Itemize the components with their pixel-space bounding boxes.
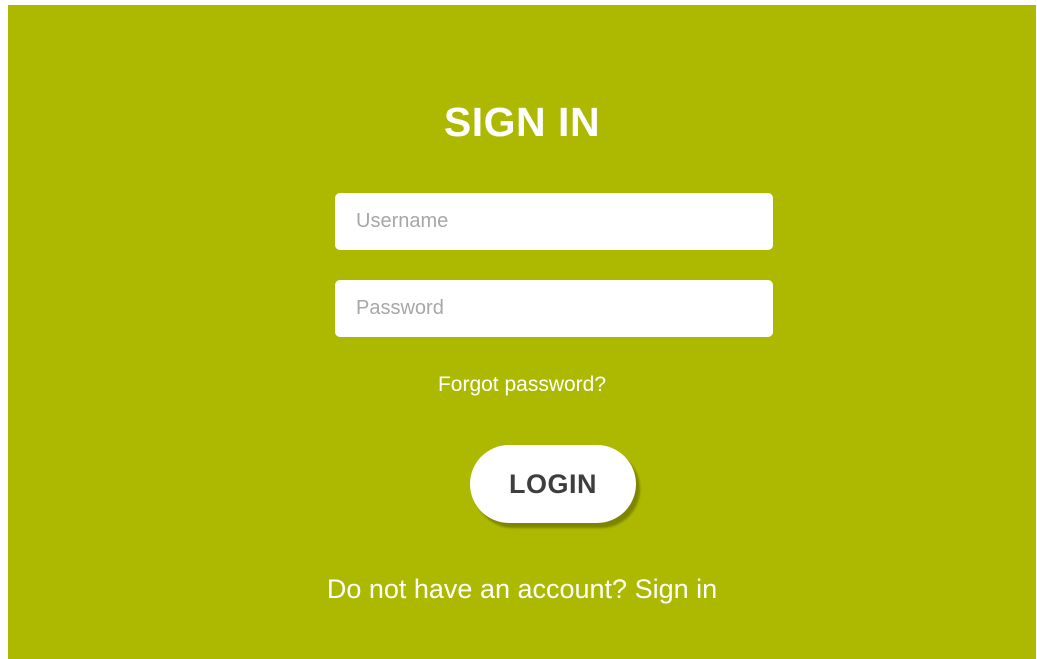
login-button[interactable]: LOGIN bbox=[470, 445, 636, 523]
no-account-row: Do not have an account? Sign in bbox=[8, 573, 1036, 605]
forgot-password-link[interactable]: Forgot password? bbox=[8, 373, 1036, 397]
sign-in-panel: SIGN IN Forgot password? LOGIN Do not ha… bbox=[8, 5, 1036, 659]
username-input[interactable] bbox=[335, 193, 773, 250]
password-input[interactable] bbox=[335, 280, 773, 337]
page-title: SIGN IN bbox=[443, 99, 601, 145]
no-account-text: Do not have an account? bbox=[326, 574, 628, 604]
sign-in-link[interactable]: Sign in bbox=[635, 574, 718, 604]
